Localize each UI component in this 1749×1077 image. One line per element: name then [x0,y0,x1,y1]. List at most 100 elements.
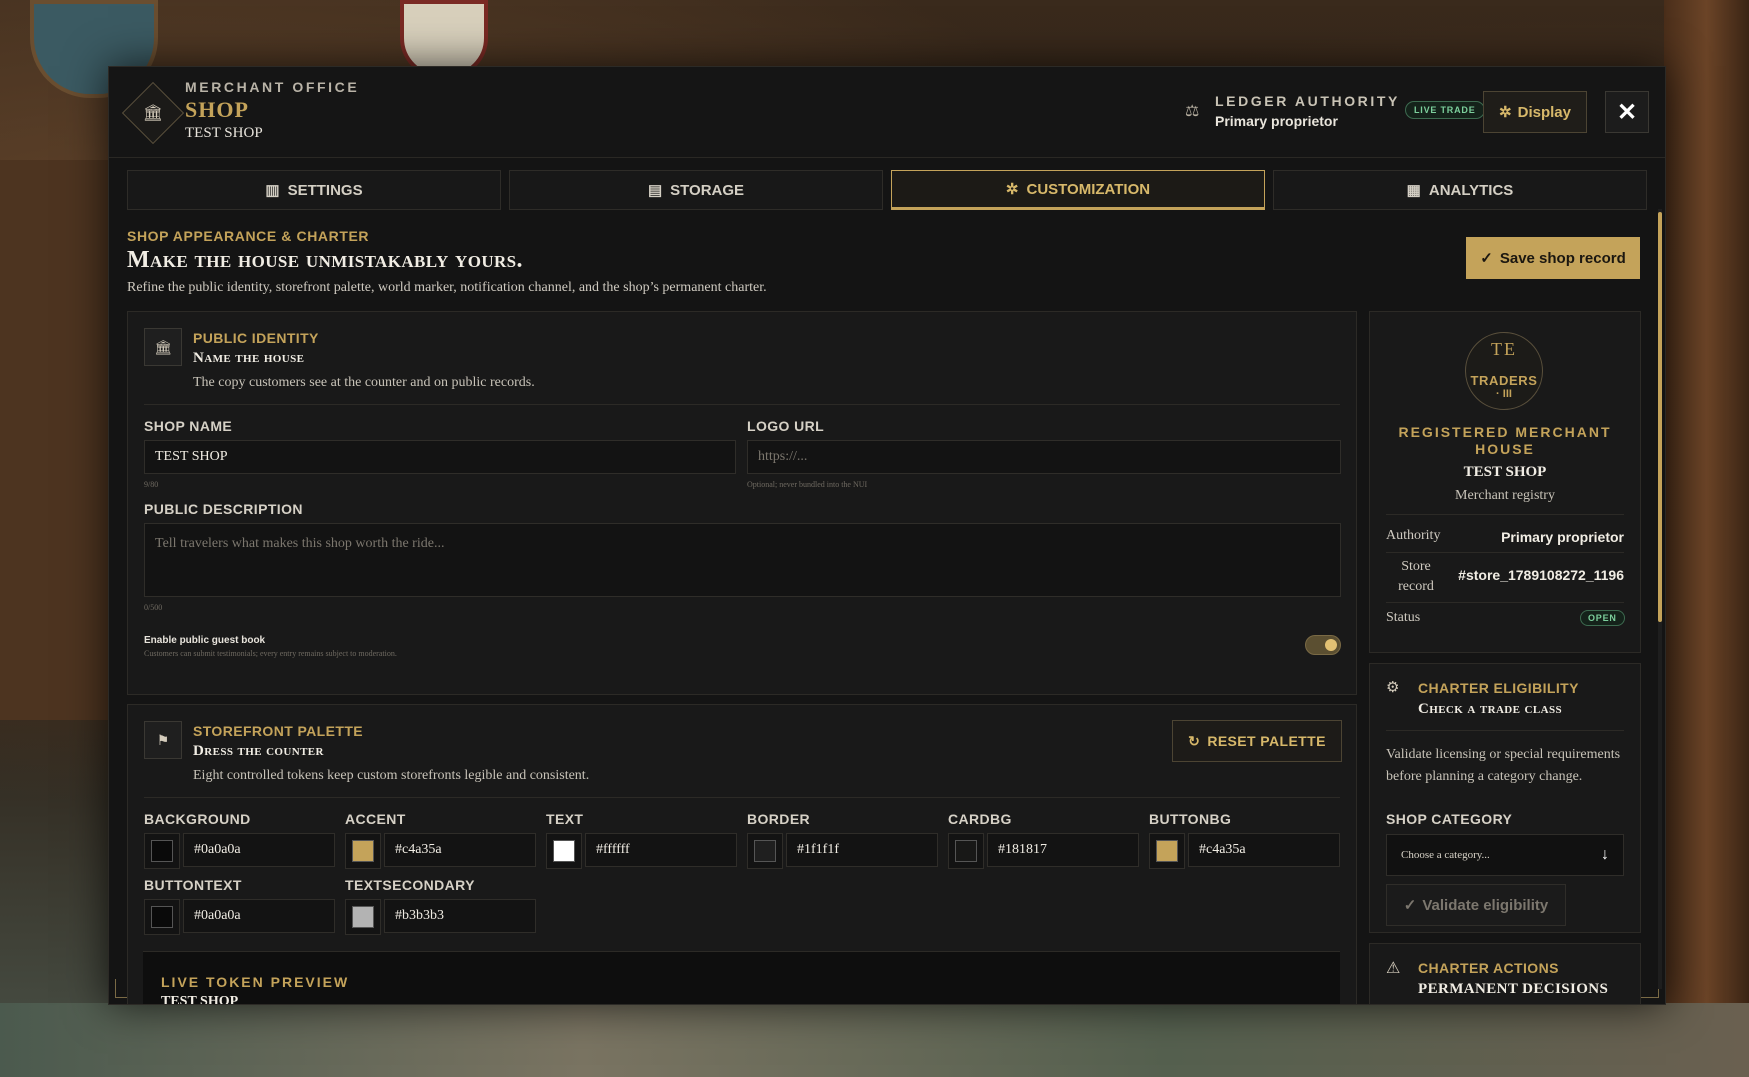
shop-category-select[interactable]: Choose a category... ↓ [1386,834,1624,876]
seal-mid: TRADERS [1470,373,1538,388]
description-counter: 0/500 [144,603,163,612]
merchant-panel: 🏛 MERCHANT OFFICE SHOP TEST SHOP ⚖ LEDGE… [108,66,1666,1005]
identity-title: Name the house [193,350,305,366]
seal-top: TE [1491,339,1517,359]
close-button[interactable]: ✕ [1605,91,1649,133]
registry-subtitle: Merchant registry [1455,488,1555,503]
divider [1386,514,1624,515]
token-input-buttontext[interactable]: #0a0a0a [183,899,335,933]
swatch-color [1156,840,1178,862]
color-swatch-textsecondary[interactable] [345,899,381,935]
charter-eligibility-card: ⚙ CHARTER ELIGIBILITY Check a trade clas… [1369,663,1641,933]
token-input-cardbg[interactable]: #181817 [987,833,1139,867]
token-input-text[interactable]: #ffffff [585,833,737,867]
color-swatch-text[interactable] [546,833,582,869]
logo-url-input[interactable]: https://... [747,440,1341,474]
divider [144,404,1340,405]
token-label: BACKGROUND [144,811,251,827]
check-icon: ✓ [1403,897,1417,914]
color-swatch-border[interactable] [747,833,783,869]
header-kicker: MERCHANT OFFICE [185,79,360,95]
corner-ornament [1640,979,1659,998]
reset-palette-button[interactable]: ↻ RESET PALETTE [1172,720,1342,762]
identity-description: The copy customers see at the counter an… [193,375,535,390]
eligibility-kicker: CHARTER ELIGIBILITY [1418,680,1579,696]
section-title: Make the house unmistakably yours. [127,247,523,273]
building-icon: 🏛 [144,328,182,366]
refresh-icon: ↻ [1188,732,1201,749]
charter-actions-card: ⚠ CHARTER ACTIONS PERMANENT DECISIONS [1369,943,1641,1004]
public-description-label: PUBLIC DESCRIPTION [144,501,303,517]
tab-analytics[interactable]: ▦ ANALYTICS [1273,170,1647,210]
guestbook-hint: Customers can submit testimonials; every… [144,649,397,658]
tab-settings[interactable]: ▥ SETTINGS [127,170,501,210]
eligibility-title: Check a trade class [1418,701,1562,717]
shop-category-label: SHOP CATEGORY [1386,811,1513,827]
status-label: Status [1386,610,1421,625]
token-label: ACCENT [345,811,406,827]
token-input-background[interactable]: #0a0a0a [183,833,335,867]
color-swatch-accent[interactable] [345,833,381,869]
divider [144,797,1340,798]
store-record-value: #store_1789108272_1196 [1458,567,1624,583]
tab-label: STORAGE [670,181,745,199]
logo-url-placeholder: https://... [758,449,808,464]
swatch-color [955,840,977,862]
divider [1386,602,1624,603]
authority-label: Authority [1386,528,1441,543]
tab-customization[interactable]: ✲ CUSTOMIZATION [891,170,1265,210]
floor-tiles [0,1003,1749,1077]
token-label: BUTTONBG [1149,811,1232,827]
swatch-color [151,840,173,862]
guestbook-toggle[interactable] [1305,635,1341,655]
token-label: BUTTONTEXT [144,877,242,893]
token-input-textsecondary[interactable]: #b3b3b3 [384,899,536,933]
ledger-kicker: LEDGER AUTHORITY [1215,93,1400,109]
token-input-buttonbg[interactable]: #c4a35a [1188,833,1340,867]
swatch-color [553,840,575,862]
display-button[interactable]: ✲ Display [1483,91,1587,133]
validate-eligibility-button[interactable]: ✓ Validate eligibility [1386,884,1566,926]
reset-label: RESET PALETTE [1207,733,1326,749]
check-icon: ✓ [1480,250,1493,267]
divider [1386,730,1624,731]
divider [1386,552,1624,553]
building-icon: 🏛 [142,105,164,122]
token-label: BORDER [747,811,811,827]
pin-icon: ⚑ [144,721,182,759]
actions-title: PERMANENT DECISIONS [1418,981,1609,997]
token-input-accent[interactable]: #c4a35a [384,833,536,867]
eligibility-description: Validate licensing or special requiremen… [1386,747,1621,784]
color-swatch-buttonbg[interactable] [1149,833,1185,869]
palette-description: Eight controlled tokens keep custom stor… [193,768,590,783]
save-shop-record-button[interactable]: ✓ Save shop record [1466,237,1640,279]
display-label: Display [1517,103,1571,121]
tab-storage[interactable]: ▤ STORAGE [509,170,883,210]
color-swatch-cardbg[interactable] [948,833,984,869]
ledger-value: Primary proprietor [1215,113,1338,129]
logo-url-hint: Optional; never bundled into the NUI [747,480,868,489]
shop-name-counter: 9/80 [144,480,159,489]
authority-value: Primary proprietor [1501,529,1624,545]
shop-name-input[interactable]: TEST SHOP [144,440,736,474]
registry-name: TEST SHOP [1463,464,1547,480]
live-trade-badge: LIVE TRADE [1405,101,1485,119]
section-kicker: SHOP APPEARANCE & CHARTER [127,228,370,244]
palette-kicker: STOREFRONT PALETTE [193,723,364,739]
header-title: SHOP [185,97,249,122]
token-input-border[interactable]: #1f1f1f [786,833,938,867]
color-swatch-background[interactable] [144,833,180,869]
guestbook-label: Enable public guest book [144,635,266,646]
right-door [1664,0,1749,1077]
scrollbar-thumb[interactable] [1658,212,1662,622]
live-token-preview: LIVE TOKEN PREVIEW TEST SHOP [143,951,1340,1004]
seal-icon: ⚙ [1386,679,1400,696]
color-swatch-buttontext[interactable] [144,899,180,935]
identity-kicker: PUBLIC IDENTITY [193,330,319,346]
preview-kicker: LIVE TOKEN PREVIEW [161,974,350,990]
public-description-textarea[interactable]: Tell travelers what makes this shop wort… [144,523,1341,597]
tab-label: SETTINGS [287,181,363,199]
header-shop-name: TEST SHOP [185,125,263,141]
actions-kicker: CHARTER ACTIONS [1418,960,1559,976]
registry-heading: REGISTERED MERCHANT HOUSE [1398,424,1612,457]
